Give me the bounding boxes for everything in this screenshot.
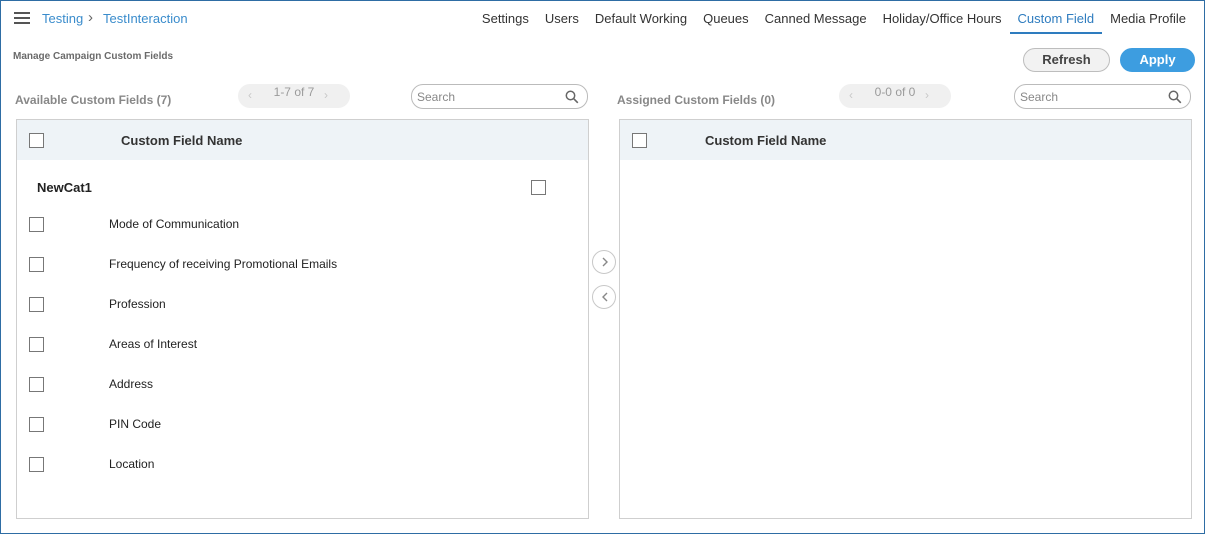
select-all-assigned-checkbox[interactable] <box>632 133 647 148</box>
tab-holiday-office-hours[interactable]: Holiday/Office Hours <box>875 10 1010 34</box>
chevron-right-icon <box>602 257 608 267</box>
page-subtitle: Manage Campaign Custom Fields <box>13 51 174 62</box>
field-checkbox[interactable] <box>29 217 44 232</box>
move-left-button[interactable] <box>592 285 616 309</box>
breadcrumb-testing[interactable]: Testing <box>42 11 83 26</box>
chevron-left-icon <box>602 292 608 302</box>
field-checkbox[interactable] <box>29 457 44 472</box>
move-right-button[interactable] <box>592 250 616 274</box>
available-pager: ‹ 1-7 of 7 › <box>238 84 350 108</box>
tab-custom-field[interactable]: Custom Field <box>1009 10 1103 34</box>
chevron-right-icon[interactable]: › <box>925 88 929 102</box>
category-checkbox[interactable] <box>531 180 546 195</box>
tab-settings[interactable]: Settings <box>474 10 537 34</box>
tab-default-working[interactable]: Default Working <box>587 10 695 34</box>
search-icon[interactable] <box>565 90 579 104</box>
assigned-search <box>1014 84 1191 109</box>
tab-canned-message[interactable]: Canned Message <box>757 10 875 34</box>
app-window: Testing › TestInteraction Settings Users… <box>0 0 1205 534</box>
field-checkbox[interactable] <box>29 417 44 432</box>
assigned-fields-panel: Custom Field Name <box>619 119 1192 519</box>
hamburger-icon[interactable] <box>14 12 30 26</box>
breadcrumb-testinteraction[interactable]: TestInteraction <box>103 11 188 26</box>
field-label: Mode of Communication <box>109 217 240 231</box>
field-checkbox[interactable] <box>29 257 44 272</box>
available-search-input[interactable] <box>417 88 562 105</box>
column-header: Custom Field Name <box>705 133 827 148</box>
search-icon[interactable] <box>1168 90 1182 104</box>
refresh-button[interactable]: Refresh <box>1023 48 1110 72</box>
field-label: Profession <box>109 297 166 311</box>
field-checkbox[interactable] <box>29 297 44 312</box>
chevron-right-icon: › <box>88 9 93 26</box>
available-fields-panel: Custom Field Name NewCat1 Mode of Commun… <box>16 119 589 519</box>
column-header: Custom Field Name <box>121 133 243 148</box>
tab-users[interactable]: Users <box>537 10 587 34</box>
available-fields-title: Available Custom Fields (7) <box>15 93 172 107</box>
tab-media-profile[interactable]: Media Profile <box>1102 10 1194 34</box>
select-all-available-checkbox[interactable] <box>29 133 44 148</box>
field-label: Frequency of receiving Promotional Email… <box>109 257 338 271</box>
category-label: NewCat1 <box>37 180 92 195</box>
assigned-fields-title: Assigned Custom Fields (0) <box>617 93 776 107</box>
chevron-right-icon[interactable]: › <box>324 88 328 102</box>
apply-button[interactable]: Apply <box>1120 48 1195 72</box>
assigned-pager: ‹ 0-0 of 0 › <box>839 84 951 108</box>
assigned-table-header: Custom Field Name <box>620 120 1191 160</box>
field-label: Location <box>109 457 155 471</box>
field-label: Areas of Interest <box>109 337 198 351</box>
available-search <box>411 84 588 109</box>
field-checkbox[interactable] <box>29 337 44 352</box>
field-label: PIN Code <box>109 417 162 431</box>
field-label: Address <box>109 377 154 391</box>
assigned-search-input[interactable] <box>1020 88 1165 105</box>
available-pager-text: 1-7 of 7 <box>273 85 315 99</box>
assigned-pager-text: 0-0 of 0 <box>874 85 916 99</box>
field-checkbox[interactable] <box>29 377 44 392</box>
available-table-header: Custom Field Name <box>17 120 588 160</box>
tab-queues[interactable]: Queues <box>695 10 757 34</box>
top-nav: Settings Users Default Working Queues Ca… <box>474 10 1194 34</box>
